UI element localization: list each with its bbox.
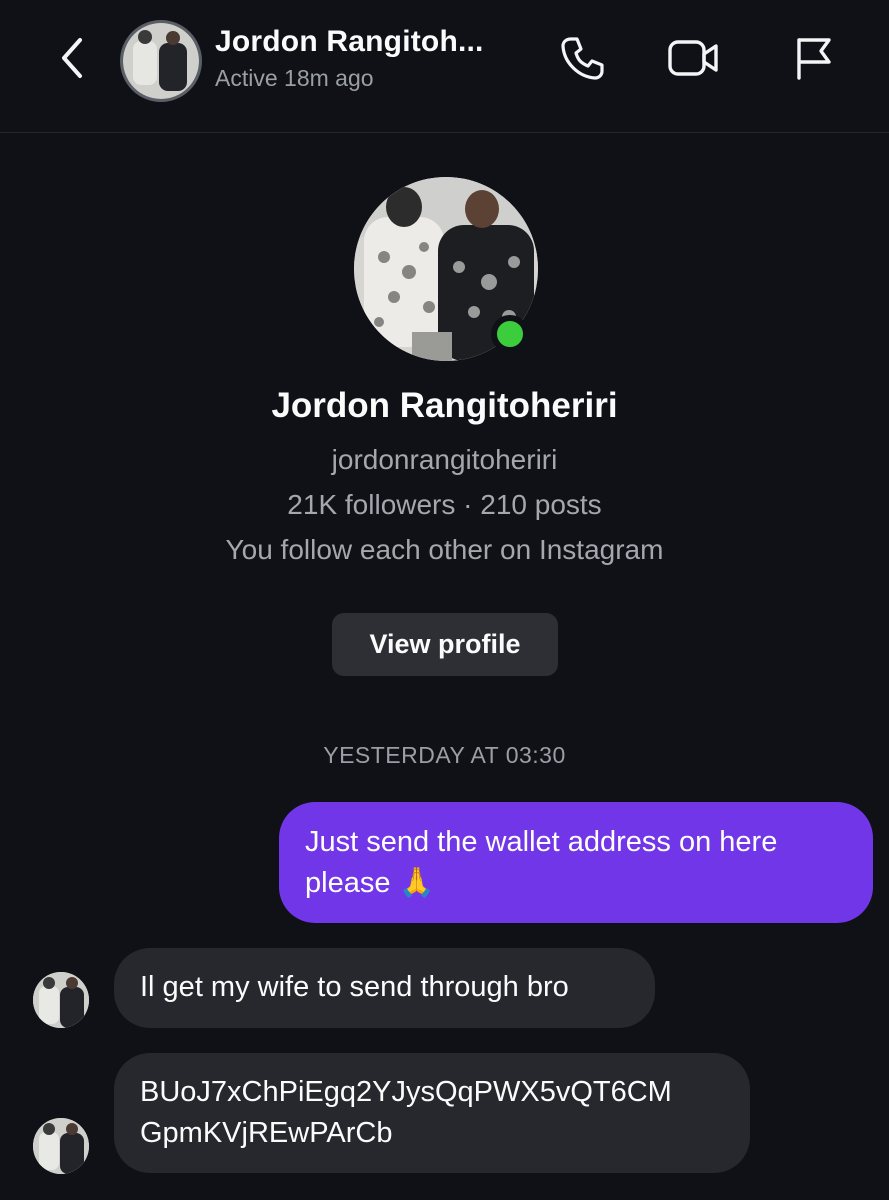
view-profile-button[interactable]: View profile [332, 613, 558, 676]
avatar-photo [33, 1118, 89, 1174]
chevron-left-icon [62, 38, 82, 78]
dm-screen: Jordon Rangitoh... Active 18m ago Jordon… [0, 0, 889, 1200]
avatar-photo [33, 972, 89, 1028]
online-status-indicator [491, 315, 529, 353]
header-active-status: Active 18m ago [215, 65, 374, 91]
message-bubble-outgoing[interactable]: Just send the wallet address on here ple… [279, 802, 873, 923]
chat-header: Jordon Rangitoh... Active 18m ago [0, 0, 889, 133]
report-button[interactable] [785, 30, 841, 86]
mutual-follow-note: You follow each other on Instagram [225, 534, 664, 565]
call-button[interactable] [554, 30, 610, 86]
header-avatar[interactable] [120, 20, 202, 102]
message-bubble-incoming[interactable]: BUoJ7xChPiEgq2YJysQqPWX5vQT6CM GpmKVjREw… [114, 1053, 750, 1173]
profile-stats: 21K followers · 210 posts [287, 489, 602, 520]
message-avatar[interactable] [33, 1118, 89, 1174]
profile-username: jordonrangitoheriri [331, 444, 558, 475]
avatar-photo [123, 23, 199, 99]
message-timestamp: YESTERDAY AT 03:30 [323, 742, 566, 768]
video-call-button[interactable] [666, 30, 722, 86]
header-contact-name[interactable]: Jordon Rangitoh... [215, 25, 484, 59]
video-camera-icon [668, 40, 718, 76]
back-button[interactable] [50, 30, 94, 86]
message-bubble-incoming[interactable]: Il get my wife to send through bro [114, 948, 655, 1028]
message-avatar[interactable] [33, 972, 89, 1028]
phone-icon [561, 37, 604, 80]
profile-name: Jordon Rangitoheriri [271, 386, 618, 425]
flag-icon [797, 38, 831, 80]
